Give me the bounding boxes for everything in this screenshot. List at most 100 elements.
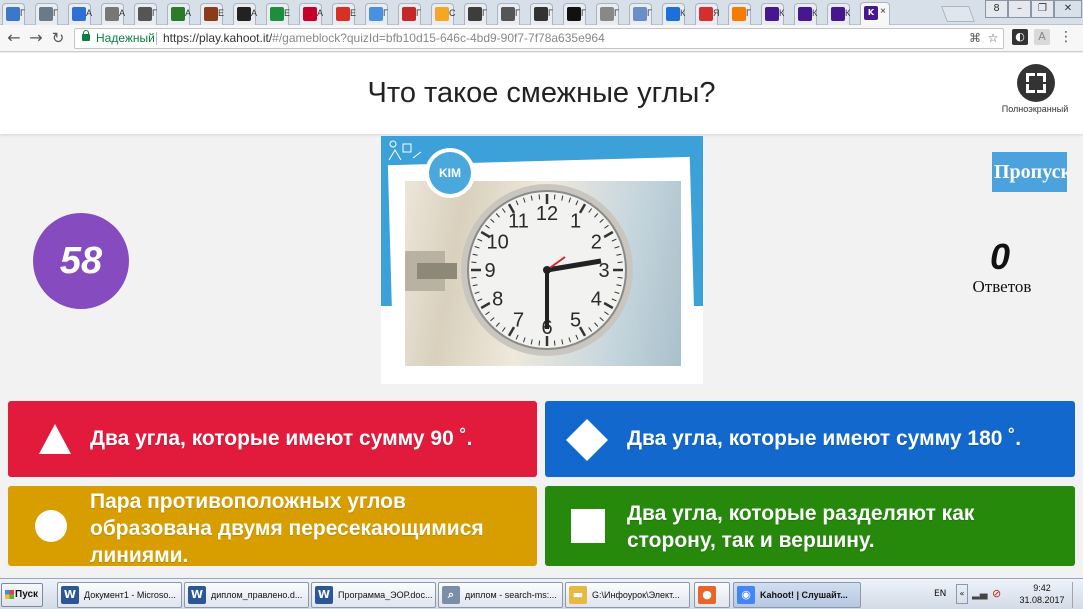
tab-favicon-icon: [666, 7, 680, 21]
bookmark-star-icon[interactable]: ☆: [986, 31, 1000, 45]
fullscreen-button[interactable]: [1017, 64, 1055, 102]
minimize-button[interactable]: –: [1008, 0, 1031, 18]
network-icon[interactable]: ▂▄: [972, 589, 987, 600]
close-window-button[interactable]: ✕: [1054, 0, 1082, 18]
tab-title: Г: [416, 8, 421, 18]
browser-tab[interactable]: Г: [530, 3, 553, 25]
pdf-extension-icon[interactable]: A: [1034, 29, 1050, 45]
volume-icon[interactable]: ⊘: [992, 587, 1001, 600]
tab-favicon-icon: [171, 7, 185, 21]
browser-tab[interactable]: А: [233, 3, 258, 25]
browser-tab[interactable]: К: [662, 3, 685, 25]
browser-tab[interactable]: Е: [332, 3, 356, 25]
extension-icon[interactable]: ◐: [1012, 29, 1028, 45]
clock-number: 12: [536, 203, 558, 225]
language-indicator[interactable]: EN: [934, 589, 946, 599]
browser-tab[interactable]: А: [101, 3, 125, 25]
browser-tab[interactable]: Е: [266, 3, 290, 25]
tab-title: К: [680, 8, 686, 18]
taskbar-button[interactable]: ◉ Kahoot! | Слушайт...: [733, 582, 861, 608]
browser-tab[interactable]: Г: [563, 3, 586, 25]
word-icon: W: [61, 586, 79, 604]
question-header: Что такое смежные углы? Полноэкранный: [0, 53, 1083, 134]
browser-tab[interactable]: Г: [2, 3, 25, 25]
browser-tab[interactable]: С: [431, 3, 456, 25]
square-icon: [571, 509, 605, 543]
tab-favicon-icon: [138, 7, 152, 21]
browser-tab[interactable]: Я: [695, 3, 720, 25]
answers-label: Ответов: [972, 277, 1032, 296]
tab-title: Г: [20, 8, 25, 18]
taskbar-button-label: G:\Инфоурок\Элект...: [592, 590, 680, 600]
browser-tab[interactable]: Г: [728, 3, 751, 25]
answer-square[interactable]: Два угла, которые разделяют как сторону,…: [545, 486, 1075, 566]
browser-tab[interactable]: К: [761, 3, 784, 25]
menu-icon[interactable]: ⋮: [1058, 29, 1074, 45]
tab-title: Г: [746, 8, 751, 18]
tab-favicon-icon: [600, 7, 614, 21]
answer-diamond[interactable]: Два угла, которые имеют сумму 180 ˚.: [545, 401, 1075, 477]
folder-icon: ▬: [569, 586, 587, 604]
browser-tab[interactable]: Г: [35, 3, 58, 25]
profile-button[interactable]: 8: [985, 0, 1008, 18]
clock-tick: [553, 340, 556, 346]
new-tab-button[interactable]: [941, 6, 975, 22]
url-text[interactable]: https://play.kahoot.it/#/gameblock?quizI…: [163, 29, 605, 48]
browser-tab[interactable]: Г: [497, 3, 520, 25]
tab-favicon-icon: [303, 7, 317, 21]
browser-tab[interactable]: А: [167, 3, 191, 25]
maximize-button[interactable]: ❐: [1031, 0, 1054, 18]
media-badge: KIM: [425, 148, 475, 198]
clock-tick: [471, 276, 477, 279]
diamond-icon: [566, 419, 608, 461]
taskbar-button[interactable]: Wдиплом_правлено.d...: [184, 582, 309, 608]
forward-button[interactable]: →: [26, 28, 46, 48]
tab-favicon-icon: [699, 7, 713, 21]
tab-favicon-icon: [567, 7, 581, 21]
tab-favicon-icon: [798, 7, 812, 21]
address-bar[interactable]: Надежный https://play.kahoot.it/#/gamebl…: [74, 28, 1004, 49]
clock-number: 7: [513, 309, 524, 331]
browser-tab[interactable]: Г: [596, 3, 619, 25]
browser-tab[interactable]: Г: [629, 3, 652, 25]
translate-icon[interactable]: ⌘: [968, 31, 982, 45]
taskbar-button[interactable]: ⌕ диплом - search-ms:...: [438, 582, 563, 608]
tab-favicon-icon: [831, 7, 845, 21]
browser-tab[interactable]: Е: [200, 3, 224, 25]
back-button[interactable]: ←: [4, 28, 24, 48]
reload-button[interactable]: ↻: [48, 28, 68, 48]
browser-tab[interactable]: Г: [134, 3, 157, 25]
clock-number: 1: [570, 211, 581, 233]
windows-taskbar: Пуск W Документ1 - Microso... Wдиплом_прав…: [0, 578, 1083, 609]
tab-favicon-icon: [501, 7, 515, 21]
tab-title: Г: [647, 8, 652, 18]
tab-title: А: [251, 8, 258, 18]
taskbar-button[interactable]: W Документ1 - Microso...: [57, 582, 182, 608]
answer-circle[interactable]: Пара противоположных углов образована дв…: [8, 486, 537, 567]
browser-tab[interactable]: Г: [365, 3, 388, 25]
active-browser-tab[interactable]: K ×: [860, 2, 890, 25]
browser-tab[interactable]: К: [827, 3, 850, 25]
tray-expand-icon[interactable]: «: [956, 584, 968, 604]
tab-title: Г: [383, 8, 388, 18]
taskbar-button[interactable]: ●: [694, 582, 730, 608]
browser-tab[interactable]: А: [68, 3, 92, 25]
browser-tab[interactable]: Г: [398, 3, 421, 25]
taskbar-button[interactable]: ▬ G:\Инфоурок\Элект...: [565, 582, 690, 608]
browser-tab[interactable]: К: [794, 3, 817, 25]
clock-time[interactable]: 9:42: [1014, 583, 1070, 593]
tab-title: К: [845, 8, 851, 18]
clock-date[interactable]: 31.08.2017: [1010, 595, 1074, 605]
tab-favicon-icon: [336, 7, 350, 21]
close-tab-icon[interactable]: ×: [880, 6, 886, 17]
skip-button[interactable]: Пропуск: [992, 152, 1067, 192]
answer-triangle[interactable]: Два угла, которые имеют сумму 90 ˚.: [8, 401, 537, 477]
fullscreen-label: Полноэкранный: [1001, 104, 1069, 114]
taskbar-button[interactable]: W Программа_ЭОР.doc...: [311, 582, 436, 608]
browser-tab[interactable]: А: [299, 3, 323, 25]
start-button[interactable]: Пуск: [1, 583, 43, 607]
clock-tick: [617, 276, 623, 279]
browser-tab[interactable]: Г: [464, 3, 487, 25]
show-desktop-button[interactable]: [1072, 582, 1082, 608]
tab-title: Г: [581, 8, 586, 18]
